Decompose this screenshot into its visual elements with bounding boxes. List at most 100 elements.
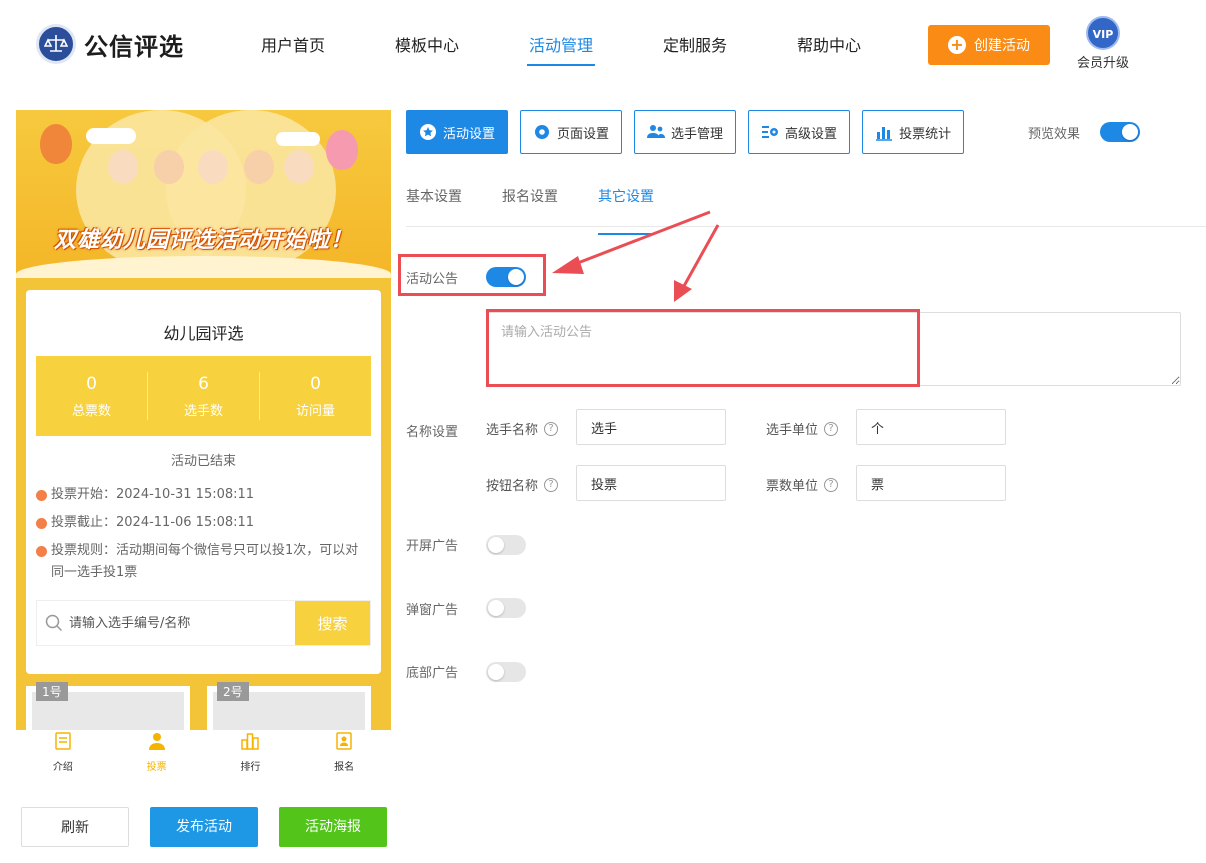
ranking-icon [241,733,260,750]
preview-effect-label: 预览效果 [1028,126,1081,142]
vip-upgrade-label: 会员升级 [1076,56,1129,71]
tab-signup-settings[interactable]: 报名设置 [502,176,558,226]
nav-help-center[interactable]: 帮助中心 [762,26,896,66]
tab-ranking[interactable]: 排行 [204,730,298,780]
naming-settings-label: 名称设置 [406,425,459,440]
player-name-field-label: 选手名称 ? [486,419,559,438]
help-icon[interactable]: ? [544,421,559,436]
page-settings-button[interactable]: 页面设置 [520,110,623,154]
tab-label: 排行 [240,762,261,773]
help-icon[interactable]: ? [824,477,839,492]
activity-info-card: 幼儿园评选 0 总票数 6 选手数 0 访问量 活动已结束 投票开始：2024-… [26,290,381,674]
search-input[interactable] [69,615,279,631]
player-name-input[interactable] [576,409,726,445]
tab-other-settings[interactable]: 其它设置 [598,176,654,235]
stat-value: 6 [198,374,209,394]
stat-label: 访问量 [295,404,335,419]
bottom-ad-label: 底部广告 [406,666,459,681]
nav-activity-management[interactable]: 活动管理 [494,26,628,66]
stat-label: 总票数 [71,404,111,419]
help-icon[interactable]: ? [544,477,559,492]
clock-icon [36,490,47,501]
activity-banner: 双雄幼儿园评选活动开始啦！ [16,110,391,278]
popup-ad-switch[interactable] [486,598,526,618]
help-icon[interactable]: ? [824,421,839,436]
mobile-tab-bar: 介绍 投票 排行 报名 [16,730,391,780]
splash-ad-label: 开屏广告 [406,539,459,554]
vote-end-info: 投票截止：2024-11-06 15:08:11 [36,512,361,534]
brand-logo[interactable]: 公信评选 [36,24,184,64]
gear-icon [535,125,550,139]
mobile-preview: 双雄幼儿园评选活动开始啦！ 幼儿园评选 0 总票数 6 选手数 0 访问量 活动… [16,110,391,780]
activity-poster-button[interactable]: 活动海报 [279,807,387,847]
tab-label: 投票 [146,762,167,773]
vote-rule-info: 投票规则：活动期间每个微信号只可以投1次，可以对同一选手投1票 [36,540,361,584]
advanced-settings-button[interactable]: 高级设置 [748,110,851,154]
toolbar-label: 活动设置 [443,126,496,142]
player-search: 搜索 [36,600,371,646]
vote-unit-label: 票数单位 [766,479,819,494]
popup-ad-label: 弹窗广告 [406,603,459,618]
player-management-button[interactable]: 选手管理 [634,110,737,154]
annotation-arrow [682,224,720,287]
player-number: 1号 [36,682,68,701]
stat-label: 选手数 [183,404,223,419]
kid-illustration [154,150,184,184]
toolbar-label: 选手管理 [671,126,724,142]
vote-rule-text: 投票规则：活动期间每个微信号只可以投1次，可以对同一选手投1票 [51,543,359,580]
annotation-arrowhead [552,256,584,274]
nav-user-home[interactable]: 用户首页 [226,26,360,66]
activity-status: 活动已结束 [170,454,236,469]
banner-cloud [86,128,136,144]
vote-unit-input[interactable] [856,465,1006,501]
annotation-arrowhead [674,280,692,302]
vip-badge-icon: VIP [1086,16,1120,50]
create-activity-label: 创建活动 [974,38,1030,54]
player-number: 2号 [217,682,249,701]
search-icon [45,614,63,632]
publish-activity-button[interactable]: 发布活动 [150,807,258,847]
tab-signup[interactable]: 报名 [297,730,391,780]
preview-effect-toggle: 预览效果 [1028,122,1141,142]
tab-label: 报名 [334,762,355,773]
kid-illustration [284,150,314,184]
nav-custom-service[interactable]: 定制服务 [628,26,762,66]
star-circle-icon [420,124,436,140]
clock-icon [36,518,47,529]
create-activity-button[interactable]: + 创建活动 [928,25,1050,65]
player-unit-label: 选手单位 [766,423,819,438]
player-unit-input[interactable] [856,409,1006,445]
button-name-field-label: 按钮名称 ? [486,475,559,494]
vote-unit-field-label: 票数单位 ? [766,475,839,494]
user-icon [148,733,165,750]
activity-settings-button[interactable]: 活动设置 [406,110,509,154]
tab-vote[interactable]: 投票 [110,730,204,780]
preview-actions: 刷新 发布活动 活动海报 [21,807,408,847]
balloon-icon [40,124,72,164]
plus-icon: + [948,36,966,54]
bottom-ad-switch[interactable] [486,662,526,682]
tab-intro[interactable]: 介绍 [16,730,110,780]
nav-template-center[interactable]: 模板中心 [360,26,494,66]
refresh-button[interactable]: 刷新 [21,807,129,847]
splash-ad-switch[interactable] [486,535,526,555]
advanced-settings-icon [762,126,779,138]
kid-illustration [244,150,274,184]
vip-upgrade[interactable]: VIP 会员升级 [1070,16,1136,71]
settings-subtabs: 基本设置 报名设置 其它设置 [406,176,1206,235]
button-name-input[interactable] [576,465,726,501]
preview-effect-switch[interactable] [1100,122,1141,142]
player-name-label: 选手名称 [486,423,539,438]
button-name-label: 按钮名称 [486,479,539,494]
stat-total-votes: 0 总票数 [36,372,148,420]
kid-illustration [108,150,138,184]
search-field [37,601,295,645]
vote-statistics-button[interactable]: 投票统计 [862,110,965,154]
info-icon [36,546,47,557]
search-button[interactable]: 搜索 [295,601,370,645]
tab-basic-settings[interactable]: 基本设置 [406,176,462,226]
banner-title: 双雄幼儿园评选活动开始啦！ [53,228,353,253]
banner-wave [16,256,391,278]
stat-visits: 0 访问量 [260,372,371,420]
vote-start-info: 投票开始：2024-10-31 15:08:11 [36,484,361,506]
